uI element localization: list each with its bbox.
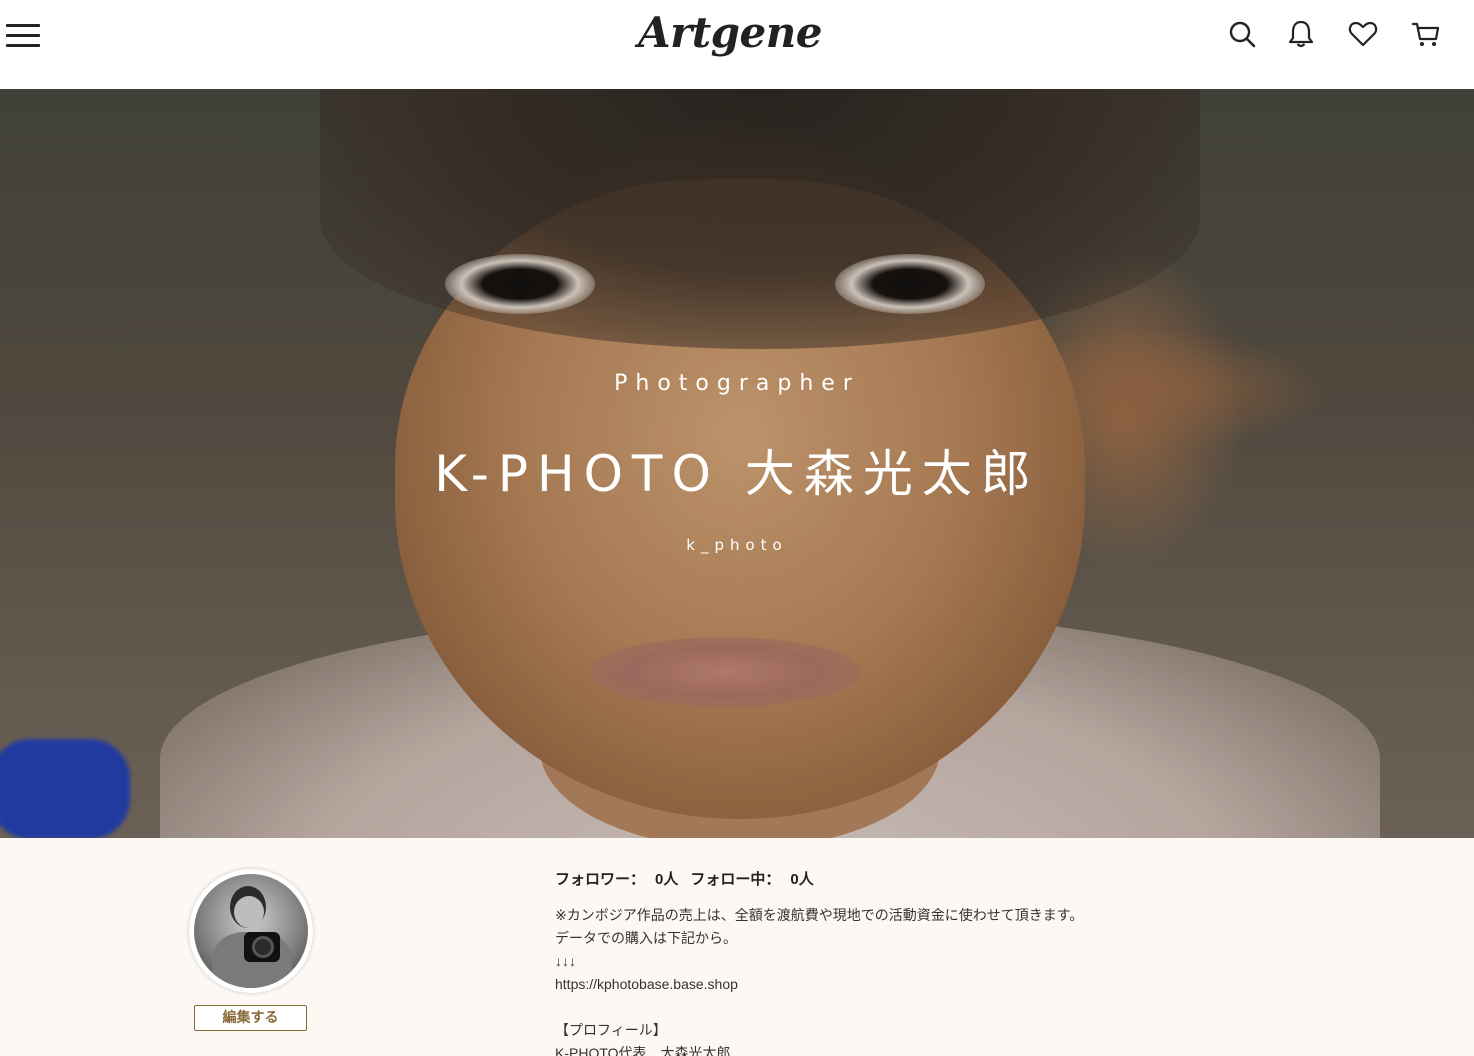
hero-handle: k_photo xyxy=(686,536,788,554)
hero-banner: Photographer K-PHOTO 大森光太郎 k_photo xyxy=(0,89,1474,838)
followers-label[interactable]: フォロワー： xyxy=(555,868,645,889)
bio-line: K-PHOTO代表 大森光太郎 xyxy=(555,1045,731,1056)
bio-shop-link[interactable]: https://kphotobase.base.shop xyxy=(555,973,1083,996)
follow-stats: フォロワー： 0人 フォロー中： 0人 xyxy=(555,868,814,889)
profile-bio: ※カンボジア作品の売上は、全額を渡航費や現地での活動資金に使わせて頂きます。 デ… xyxy=(555,904,1083,1056)
menu-icon[interactable] xyxy=(6,22,42,50)
avatar[interactable] xyxy=(189,869,313,993)
site-header: Artgene xyxy=(0,0,1474,89)
hero-name: K-PHOTO 大森光太郎 xyxy=(434,445,1040,503)
bio-spacer xyxy=(555,996,1083,1019)
bell-icon[interactable] xyxy=(1285,18,1317,50)
following-count[interactable]: 0人 xyxy=(790,868,813,889)
following-label[interactable]: フォロー中： xyxy=(690,868,780,889)
bio-line: ※カンボジア作品の売上は、全額を渡航費や現地での活動資金に使わせて頂きます。 xyxy=(555,907,1084,923)
edit-profile-button[interactable]: 編集する xyxy=(194,1005,307,1031)
search-icon[interactable] xyxy=(1226,18,1258,50)
heart-icon[interactable] xyxy=(1347,18,1379,50)
cart-icon[interactable] xyxy=(1410,18,1442,50)
site-logo[interactable]: Artgene xyxy=(630,8,830,57)
followers-count[interactable]: 0人 xyxy=(655,868,678,889)
bio-line: 【プロフィール】 xyxy=(555,1022,667,1038)
bio-line: データでの購入は下記から。 xyxy=(555,930,737,946)
avatar-photo xyxy=(194,874,308,988)
bio-line: ↓↓↓ xyxy=(555,953,576,969)
hero-role: Photographer xyxy=(614,371,860,396)
